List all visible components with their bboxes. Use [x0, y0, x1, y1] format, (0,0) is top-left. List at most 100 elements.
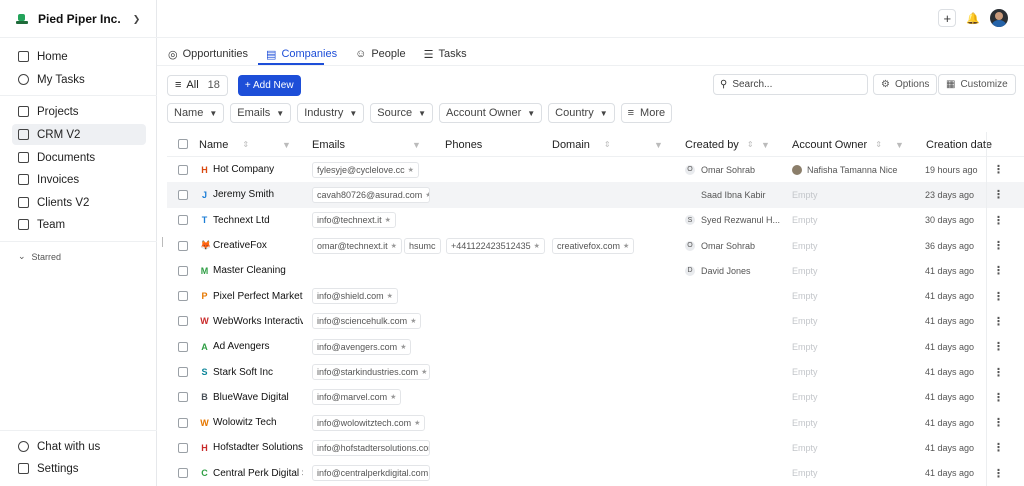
filter-icon[interactable]: ▼ — [654, 140, 663, 150]
table-row[interactable]: W Wolowitz Tech info@wolowitztech.com ★ E… — [167, 410, 1024, 435]
select-all-checkbox[interactable] — [178, 139, 188, 149]
table-row[interactable]: 🦊 CreativeFox omar@technext.it ★ hsumc +4… — [167, 233, 1024, 258]
row-checkbox[interactable] — [178, 215, 188, 226]
tab-companies[interactable]: ▤ Companies — [266, 45, 337, 63]
more-vertical-icon[interactable]: ⋮ — [993, 290, 1004, 303]
add-new-button[interactable]: + Add New — [237, 74, 301, 96]
sidebar-item-invoices[interactable]: Invoices — [12, 169, 146, 190]
account-owner[interactable]: Empty — [792, 443, 818, 453]
table-row[interactable]: M Master Cleaning D David Jones Empty 41 … — [167, 258, 1024, 283]
account-owner[interactable]: Empty — [792, 190, 818, 200]
account-owner[interactable]: Empty — [792, 266, 818, 276]
more-vertical-icon[interactable]: ⋮ — [993, 391, 1004, 404]
filter-source[interactable]: Source ▼ — [370, 103, 434, 123]
email-chip[interactable]: info@marvel.com ★ — [312, 389, 402, 406]
sidebar-item-my-tasks[interactable]: My Tasks — [12, 69, 146, 90]
table-row[interactable]: H Hot Company fylesyje@cyclelove.cc ★ O Om… — [167, 157, 1024, 182]
sidebar-item-projects[interactable]: Projects — [12, 101, 146, 122]
company-name[interactable]: Stark Soft Inc — [213, 367, 303, 378]
table-row[interactable]: A Ad Avengers info@avengers.com ★ Empty 4… — [167, 334, 1024, 359]
account-owner[interactable]: Empty — [792, 316, 818, 326]
company-name[interactable]: BlueWave Digital — [213, 392, 303, 403]
more-vertical-icon[interactable]: ⋮ — [993, 264, 1004, 277]
email-chip[interactable]: info@avengers.com ★ — [312, 338, 412, 355]
row-checkbox[interactable] — [178, 164, 188, 175]
row-checkbox[interactable] — [178, 392, 188, 403]
sidebar-item-chat[interactable]: Chat with us — [12, 436, 146, 457]
filter-icon[interactable]: ▼ — [761, 140, 770, 150]
sidebar-item-crm-v2[interactable]: CRM V2 — [12, 124, 146, 145]
more-vertical-icon[interactable]: ⋮ — [993, 214, 1004, 227]
filter-icon[interactable]: ▼ — [895, 140, 904, 150]
account-owner[interactable]: Empty — [792, 215, 818, 225]
more-vertical-icon[interactable]: ⋮ — [993, 416, 1004, 429]
row-checkbox[interactable] — [178, 367, 188, 378]
avatar[interactable] — [990, 9, 1008, 27]
account-owner[interactable]: Empty — [792, 241, 818, 251]
company-name[interactable]: Master Cleaning — [213, 265, 303, 276]
sidebar-item-documents[interactable]: Documents — [12, 147, 146, 168]
more-vertical-icon[interactable]: ⋮ — [993, 340, 1004, 353]
account-owner[interactable]: Empty — [792, 342, 818, 352]
filter-name[interactable]: Name ▼ — [167, 103, 225, 123]
column-header-emails[interactable]: Emails ▼ — [312, 132, 421, 157]
row-checkbox[interactable] — [178, 442, 188, 453]
tab-people[interactable]: ☺ People — [355, 45, 406, 63]
phone-chip[interactable]: hsumc — [404, 237, 441, 254]
table-row[interactable]: B BlueWave Digital info@marvel.com ★ Empt… — [167, 385, 1024, 410]
column-header-creation-date[interactable]: Creation date — [926, 132, 992, 157]
more-vertical-icon[interactable]: ⋮ — [993, 239, 1004, 252]
company-name[interactable]: Technext Ltd — [213, 215, 303, 226]
email-chip[interactable]: info@starkindustries.com ★ — [312, 364, 430, 381]
sidebar-item-settings[interactable]: Settings — [12, 458, 146, 479]
email-chip[interactable]: omar@technext.it ★ — [312, 237, 402, 254]
table-row[interactable]: C Central Perk Digital So info@centralpe… — [167, 461, 1024, 486]
filter-country[interactable]: Country ▼ — [548, 103, 615, 123]
more-vertical-icon[interactable]: ⋮ — [993, 163, 1004, 176]
sort-icon[interactable]: ⇕ — [242, 140, 249, 149]
company-name[interactable]: Hot Company — [213, 164, 303, 175]
table-row[interactable]: H Hofstadter Solutions info@hofstadterso… — [167, 435, 1024, 460]
sidebar-item-home[interactable]: Home — [12, 46, 146, 67]
email-chip[interactable]: info@centralperkdigital.com★ — [312, 465, 430, 482]
view-selector[interactable]: ≡ All 18 — [167, 74, 228, 96]
company-name[interactable]: Jeremy Smith — [213, 189, 303, 200]
row-checkbox[interactable] — [178, 316, 188, 327]
email-chip[interactable]: info@hofstadtersolutions.com — [312, 439, 430, 456]
company-name[interactable]: Central Perk Digital So — [213, 468, 303, 479]
account-owner[interactable]: Nafisha Tamanna Nice — [792, 164, 897, 175]
search-input[interactable] — [732, 79, 853, 90]
row-checkbox[interactable] — [178, 468, 188, 479]
email-chip[interactable]: info@shield.com ★ — [312, 288, 398, 305]
table-row[interactable]: T Technext Ltd info@technext.it ★ S Syed R… — [167, 208, 1024, 233]
company-name[interactable]: Ad Avengers — [213, 341, 303, 352]
account-owner[interactable]: Empty — [792, 468, 818, 478]
phone-chip[interactable]: +441122423512435 ★ — [446, 237, 545, 254]
sort-icon[interactable]: ⇕ — [747, 140, 754, 149]
filter-icon[interactable]: ▼ — [412, 140, 421, 150]
account-owner[interactable]: Empty — [792, 392, 818, 402]
resize-handle[interactable] — [162, 237, 163, 247]
email-chip[interactable]: info@wolowitztech.com ★ — [312, 414, 426, 431]
sidebar-item-clients-v2[interactable]: Clients V2 — [12, 192, 146, 213]
table-row[interactable]: P Pixel Perfect Marketing info@shield.co… — [167, 283, 1024, 308]
filter-account-owner[interactable]: Account Owner ▼ — [439, 103, 543, 123]
column-header-domain[interactable]: Domain ⇕ ▼ — [552, 132, 663, 157]
more-vertical-icon[interactable]: ⋮ — [993, 315, 1004, 328]
bell-icon[interactable]: 🔔 — [966, 12, 980, 25]
domain-chip[interactable]: creativefox.com ★ — [552, 237, 635, 254]
filter-icon[interactable]: ▼ — [282, 140, 291, 150]
company-name[interactable]: Pixel Perfect Marketing — [213, 291, 303, 302]
email-chip[interactable]: info@technext.it ★ — [312, 212, 396, 229]
more-vertical-icon[interactable]: ⋮ — [993, 441, 1004, 454]
customize-button[interactable]: ▦ Customize — [938, 74, 1016, 95]
row-checkbox[interactable] — [178, 240, 188, 251]
row-checkbox[interactable] — [178, 417, 188, 428]
filter-emails[interactable]: Emails ▼ — [230, 103, 292, 123]
company-name[interactable]: WebWorks Interactive — [213, 316, 303, 327]
tab-tasks[interactable]: ☰ Tasks — [424, 45, 467, 63]
plus-icon[interactable]: + — [938, 9, 957, 27]
sort-icon[interactable]: ⇕ — [604, 140, 611, 149]
row-checkbox[interactable] — [178, 341, 188, 352]
filter-industry[interactable]: Industry ▼ — [297, 103, 365, 123]
